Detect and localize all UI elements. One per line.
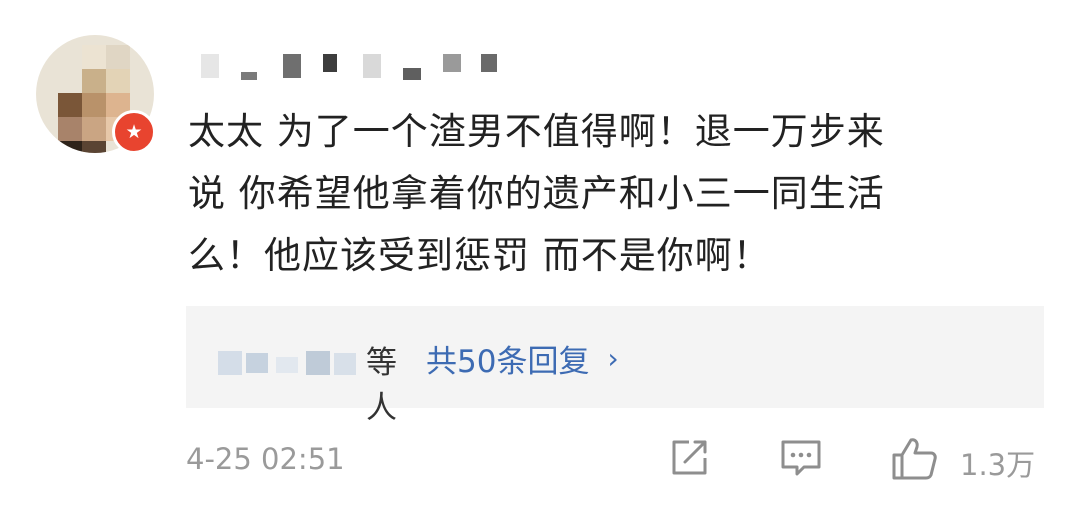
- chevron-right-icon: ›: [607, 342, 619, 375]
- comment-button[interactable]: [778, 436, 824, 484]
- view-all-replies-link[interactable]: 共50条回复 ›: [426, 336, 619, 381]
- replies-preview[interactable]: 等人 共50条回复 ›: [186, 306, 1044, 426]
- verified-badge: ★: [112, 110, 156, 154]
- comment-line: 太太 为了一个渣男不值得啊！退一万步来: [188, 110, 885, 153]
- share-icon: [672, 440, 707, 475]
- comment-line: 说 你希望他拿着你的遗产和小三一同生活: [188, 172, 885, 215]
- view-all-replies-label: 共50条回复: [426, 344, 590, 380]
- reply-users-redacted: 等人: [216, 341, 397, 426]
- like-count: 1.3万: [960, 448, 1036, 482]
- reply-users-suffix: 等人: [366, 345, 397, 426]
- username-redacted[interactable]: [195, 52, 515, 82]
- comment-timestamp: 4-25 02:51: [186, 442, 345, 476]
- verified-star-icon: ★: [125, 120, 143, 143]
- like-button[interactable]: [890, 436, 940, 486]
- comment-icon: [781, 440, 821, 476]
- comment-text: 太太 为了一个渣男不值得啊！退一万步来 说 你希望他拿着你的遗产和小三一同生活 …: [188, 101, 1018, 287]
- thumbs-up-icon: [892, 438, 937, 480]
- comment-line: 么！他应该受到惩罚 而不是你啊！: [188, 234, 771, 277]
- share-button[interactable]: [667, 436, 711, 484]
